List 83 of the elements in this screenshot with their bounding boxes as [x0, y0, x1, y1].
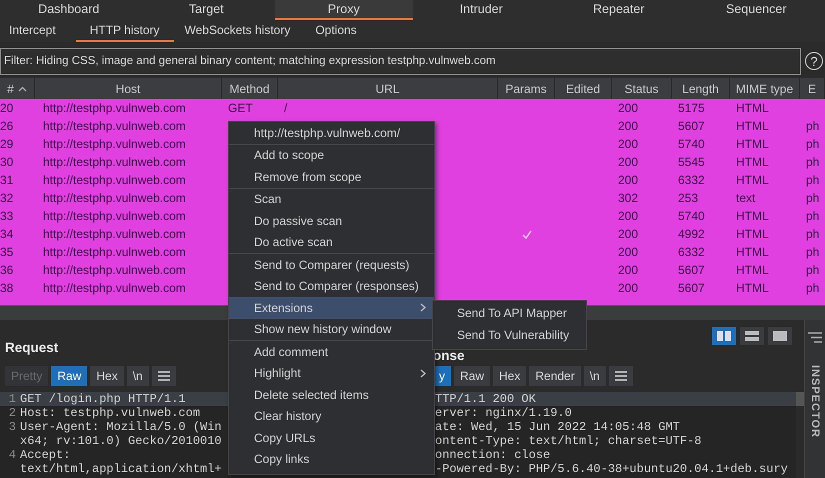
table-cell: 5740	[678, 209, 705, 223]
table-cell: HTML	[736, 119, 769, 133]
table-cell: ph	[806, 155, 820, 169]
table-cell: 4992	[678, 227, 705, 241]
table-cell: http://testphp.vulnweb.com	[43, 191, 186, 205]
code-line: text/html,application/xhtml+	[20, 462, 222, 476]
table-cell: 31	[0, 173, 14, 187]
code-line: ontent-Type: text/html; charset=UTF-8	[435, 434, 702, 448]
table-cell: 200	[618, 173, 638, 187]
table-cell: ph	[806, 191, 820, 205]
table-cell: 34	[0, 227, 14, 241]
table-cell: 35	[0, 245, 14, 259]
table-cell: text	[736, 191, 756, 205]
table-cell: 200	[618, 155, 638, 169]
panel-title: Request	[5, 340, 58, 355]
table-cell: HTML	[736, 173, 769, 187]
table-cell: 200	[618, 227, 638, 241]
table-cell: ph	[806, 209, 820, 223]
table-cell: 200	[618, 101, 638, 115]
table-cell: 20	[0, 101, 14, 115]
table-cell: 5607	[678, 281, 705, 295]
code-line: ate: Wed, 15 Jun 2022 14:05:48 GMT	[435, 420, 681, 434]
table-cell: 6332	[678, 245, 705, 259]
code-line: User-Agent: Mozilla/5.0 (Win	[20, 420, 222, 434]
table-cell: 33	[0, 209, 14, 223]
table-cell: http://testphp.vulnweb.com	[43, 137, 186, 151]
line-number: 3	[8, 420, 16, 434]
table-cell: 302	[618, 191, 638, 205]
table-cell: 5545	[678, 155, 705, 169]
table-cell: 29	[0, 137, 14, 151]
table-cell: HTML	[736, 209, 769, 223]
table-cell: http://testphp.vulnweb.com	[43, 209, 186, 223]
table-cell: ph	[806, 119, 820, 133]
table-cell: 32	[0, 191, 14, 205]
line-number: 2	[8, 406, 16, 420]
table-cell: 5607	[678, 263, 705, 277]
table-cell: 36	[0, 263, 14, 277]
table-cell: 5607	[678, 119, 705, 133]
table-cell: http://testphp.vulnweb.com	[43, 245, 186, 259]
table-cell: http://testphp.vulnweb.com	[43, 119, 186, 133]
table-cell: ph	[806, 227, 820, 241]
line-number: 4	[8, 448, 16, 462]
table-cell: /	[284, 101, 288, 115]
table-cell: 200	[618, 281, 638, 295]
table-cell: HTML	[736, 227, 769, 241]
table-cell: http://testphp.vulnweb.com	[43, 173, 186, 187]
code-line: onnection: close	[435, 448, 552, 462]
table-cell: ph	[806, 173, 820, 187]
table-cell: ph	[806, 245, 820, 259]
table-cell: HTML	[736, 263, 769, 277]
table-cell: 200	[618, 245, 638, 259]
code-line: Host: testphp.vulnweb.com	[20, 406, 200, 420]
table-cell: ph	[806, 137, 820, 151]
table-cell: HTML	[736, 155, 769, 169]
table-cell: HTML	[736, 281, 769, 295]
code-line: GET /login.php HTTP/1.1	[20, 392, 186, 406]
table-cell: 5740	[678, 137, 705, 151]
table-cell: 26	[0, 119, 14, 133]
table-cell: 5175	[678, 101, 705, 115]
table-cell: 200	[618, 119, 638, 133]
table-cell: HTML	[736, 137, 769, 151]
table-cell: 200	[618, 263, 638, 277]
table-cell: http://testphp.vulnweb.com	[43, 227, 186, 241]
code-line: x64; rv:101.0) Gecko/2010010	[20, 434, 222, 448]
table-cell: ph	[806, 281, 820, 295]
table-cell: http://testphp.vulnweb.com	[43, 155, 186, 169]
table-cell: 200	[618, 209, 638, 223]
table-cell: http://testphp.vulnweb.com	[43, 263, 186, 277]
table-cell: HTML	[736, 245, 769, 259]
table-cell: ph	[806, 263, 820, 277]
table-cell: 200	[618, 137, 638, 151]
table-cell: GET	[228, 101, 253, 115]
code-line: -Powered-By: PHP/5.6.40-38+ubuntu20.04.1+deb.sury	[435, 462, 789, 476]
code-line: erver: nginx/1.19.0	[435, 406, 573, 420]
table-cell: http://testphp.vulnweb.com	[43, 281, 186, 295]
table-cell: 253	[678, 191, 698, 205]
code-line: Accept:	[20, 448, 70, 462]
table-cell: http://testphp.vulnweb.com	[43, 101, 186, 115]
table-cell: 38	[0, 281, 14, 295]
table-cell: 6332	[678, 173, 705, 187]
table-cell: HTML	[736, 101, 769, 115]
line-number: 1	[8, 392, 16, 406]
table-cell: 30	[0, 155, 14, 169]
